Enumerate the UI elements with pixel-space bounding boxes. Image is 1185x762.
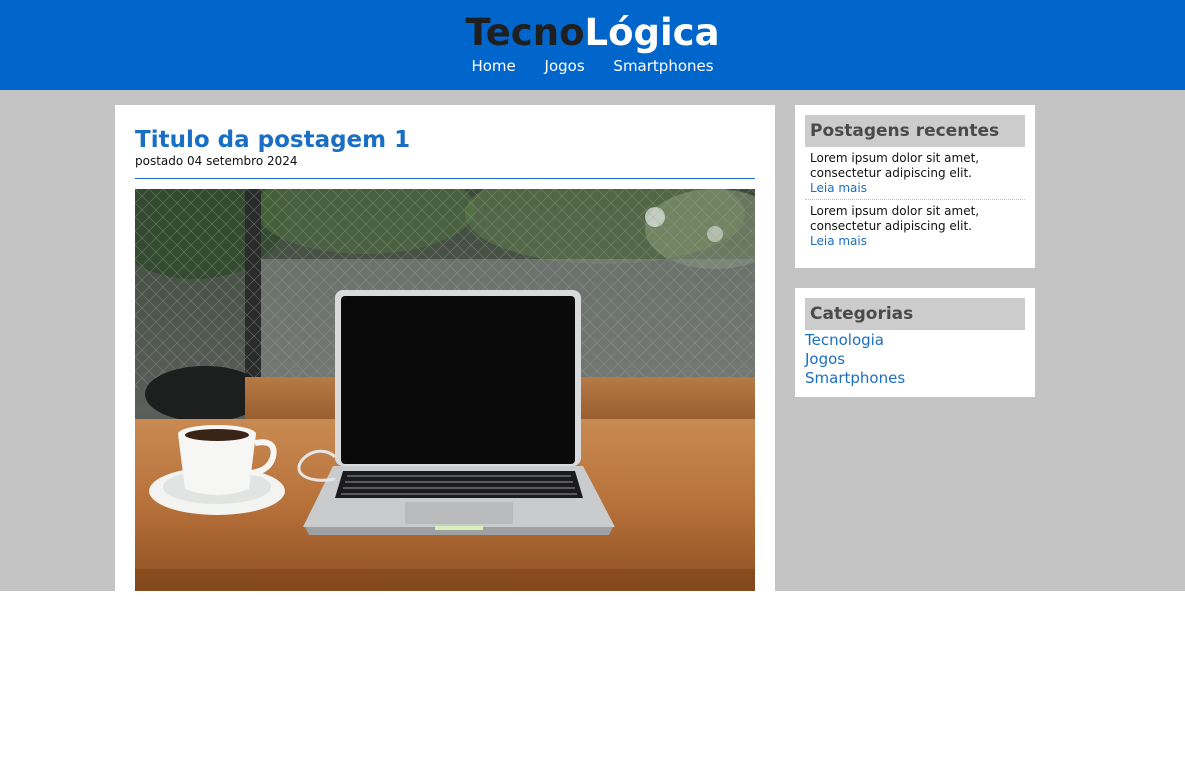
post-date: postado 04 setembro 2024: [135, 154, 298, 168]
post-card: Titulo da postagem 1 postado 04 setembro…: [115, 105, 775, 591]
nav-item-jogos[interactable]: Jogos: [545, 56, 585, 76]
list-item: Lorem ipsum dolor sit amet, consectetur …: [805, 199, 1025, 252]
main-nav: Home Jogos Smartphones: [0, 56, 1185, 76]
post-divider: [135, 178, 755, 179]
categories-widget: Categorias Tecnologia Jogos Smartphones: [795, 288, 1035, 397]
recent-posts-widget: Postagens recentes Lorem ipsum dolor sit…: [795, 105, 1035, 268]
categories-list: Tecnologia Jogos Smartphones: [805, 330, 1025, 388]
site-header: TecnoLógica Home Jogos Smartphones: [0, 0, 1185, 90]
recent-posts-title: Postagens recentes: [805, 115, 1025, 147]
category-link-tecnologia[interactable]: Tecnologia: [805, 331, 1025, 350]
recent-post-excerpt: Lorem ipsum dolor sit amet, consectetur …: [810, 204, 980, 233]
laptop-coffee-illustration: [135, 189, 755, 591]
post-image: [135, 189, 755, 591]
nav-item-smartphones[interactable]: Smartphones: [613, 56, 713, 76]
site-logo[interactable]: TecnoLógica: [0, 10, 1185, 56]
categories-title: Categorias: [805, 298, 1025, 330]
logo-text-dark: Tecno: [465, 11, 585, 54]
category-link-smartphones[interactable]: Smartphones: [805, 369, 1025, 388]
nav-item-home[interactable]: Home: [471, 56, 515, 76]
category-link-jogos[interactable]: Jogos: [805, 350, 1025, 369]
recent-post-excerpt: Lorem ipsum dolor sit amet, consectetur …: [810, 151, 980, 180]
read-more-link[interactable]: Leia mais: [810, 181, 1020, 196]
list-item: Lorem ipsum dolor sit amet, consectetur …: [805, 147, 1025, 199]
logo-text-light: Lógica: [584, 11, 720, 54]
post-title[interactable]: Titulo da postagem 1: [135, 125, 410, 155]
read-more-link[interactable]: Leia mais: [810, 234, 1020, 249]
